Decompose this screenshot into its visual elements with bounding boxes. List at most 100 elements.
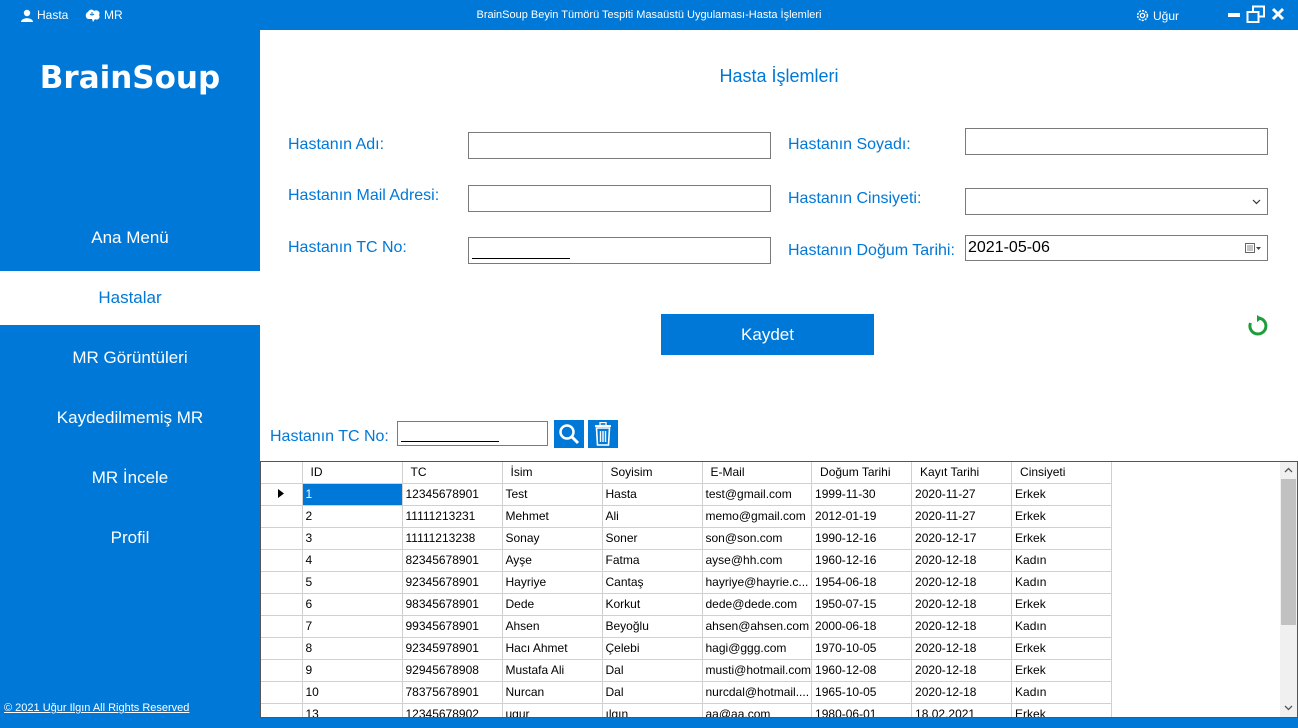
row-header[interactable] bbox=[261, 483, 303, 506]
table-cell[interactable]: Nurcan bbox=[502, 681, 603, 704]
table-row[interactable]: 8 92345978901 Hacı Ahmet Çelebi hagi@ggg.com… bbox=[261, 637, 1113, 660]
table-cell[interactable]: hayriye@hayrie.c... bbox=[702, 571, 813, 594]
table-row[interactable]: 4 82345678901 Ayşe Fatma ayse@hh.com 1960-12-… bbox=[261, 549, 1113, 572]
table-cell[interactable]: 92345978901 bbox=[402, 637, 503, 660]
table-cell[interactable]: 2020-12-18 bbox=[911, 571, 1013, 594]
table-cell[interactable]: 2020-12-18 bbox=[911, 637, 1013, 660]
table-cell[interactable]: 2020-12-18 bbox=[911, 549, 1013, 572]
table-cell[interactable]: 9 bbox=[302, 659, 403, 682]
table-cell[interactable]: 1 bbox=[302, 483, 403, 506]
email-input[interactable] bbox=[468, 185, 771, 212]
column-header-tc[interactable]: TC bbox=[402, 462, 503, 484]
table-cell[interactable]: 3 bbox=[302, 527, 403, 550]
sidebar-item-unsaved-mr[interactable]: Kaydedilmemiş MR bbox=[0, 391, 260, 445]
column-header-id[interactable]: ID bbox=[302, 462, 403, 484]
user-menu[interactable]: Uğur bbox=[1135, 8, 1179, 23]
table-cell[interactable]: Dal bbox=[602, 659, 703, 682]
table-cell[interactable]: Hacı Ahmet bbox=[502, 637, 603, 660]
table-cell[interactable]: Mustafa Ali bbox=[502, 659, 603, 682]
row-header[interactable] bbox=[261, 527, 303, 550]
column-header-name[interactable]: İsim bbox=[502, 462, 603, 484]
table-cell[interactable]: Hayriye bbox=[502, 571, 603, 594]
tc-input[interactable] bbox=[468, 237, 771, 264]
row-header[interactable] bbox=[261, 571, 303, 594]
table-cell[interactable]: 92345678901 bbox=[402, 571, 503, 594]
table-cell[interactable]: son@son.com bbox=[702, 527, 813, 550]
table-cell[interactable]: Erkek bbox=[1011, 505, 1113, 528]
table-cell[interactable]: 2020-12-17 bbox=[911, 527, 1013, 550]
table-cell[interactable]: Erkek bbox=[1011, 703, 1113, 717]
table-cell[interactable]: Erkek bbox=[1011, 637, 1113, 660]
delete-button[interactable] bbox=[588, 420, 618, 448]
table-cell[interactable]: Fatma bbox=[602, 549, 703, 572]
row-header[interactable] bbox=[261, 505, 303, 528]
table-row[interactable]: 6 98345678901 Dede Korkut dede@dede.com 1950-… bbox=[261, 593, 1113, 616]
table-cell[interactable]: Erkek bbox=[1011, 659, 1113, 682]
table-cell[interactable]: 10 bbox=[302, 681, 403, 704]
refresh-button[interactable] bbox=[1243, 311, 1273, 341]
table-cell[interactable]: 99345678901 bbox=[402, 615, 503, 638]
table-cell[interactable]: 92945678908 bbox=[402, 659, 503, 682]
table-cell[interactable]: Kadın bbox=[1011, 549, 1113, 572]
patients-table[interactable]: ID TC İsim Soyisim E-Mail Doğum Tarihi K… bbox=[260, 461, 1298, 718]
table-cell[interactable]: 2020-12-18 bbox=[911, 659, 1013, 682]
column-header-birthdate[interactable]: Doğum Tarihi bbox=[811, 462, 913, 484]
last-name-input[interactable] bbox=[965, 128, 1268, 155]
table-cell[interactable]: Ahsen bbox=[502, 615, 603, 638]
row-header[interactable] bbox=[261, 659, 303, 682]
search-tc-input[interactable] bbox=[397, 421, 548, 446]
table-cell[interactable]: Kadın bbox=[1011, 681, 1113, 704]
copyright-link[interactable]: © 2021 Uğur Ilgın All Rights Reserved bbox=[4, 702, 189, 714]
table-cell[interactable]: Erkek bbox=[1011, 483, 1113, 506]
table-cell[interactable]: musti@hotmail.com bbox=[702, 659, 813, 682]
column-header-email[interactable]: E-Mail bbox=[702, 462, 813, 484]
close-button[interactable] bbox=[1271, 7, 1285, 21]
column-header-surname[interactable]: Soyisim bbox=[602, 462, 703, 484]
table-cell[interactable]: 1950-07-15 bbox=[811, 593, 913, 616]
table-cell[interactable]: 2020-12-18 bbox=[911, 681, 1013, 704]
row-header[interactable] bbox=[261, 593, 303, 616]
table-cell[interactable]: dede@dede.com bbox=[702, 593, 813, 616]
minimize-button[interactable] bbox=[1228, 13, 1240, 17]
sidebar-item-mr-images[interactable]: MR Görüntüleri bbox=[0, 331, 260, 385]
table-cell[interactable]: 1980-06-01 bbox=[811, 703, 913, 717]
row-header[interactable] bbox=[261, 615, 303, 638]
table-cell[interactable]: 1990-12-16 bbox=[811, 527, 913, 550]
table-cell[interactable]: 12345678902 bbox=[402, 703, 503, 717]
table-row[interactable]: 1 12345678901 Test Hasta test@gmail.com 1999-… bbox=[261, 483, 1113, 506]
table-cell[interactable]: ılgın bbox=[602, 703, 703, 717]
table-cell[interactable]: 1965-10-05 bbox=[811, 681, 913, 704]
table-cell[interactable]: aa@aa.com bbox=[702, 703, 813, 717]
row-header[interactable] bbox=[261, 637, 303, 660]
table-cell[interactable]: Test bbox=[502, 483, 603, 506]
table-cell[interactable]: Erkek bbox=[1011, 527, 1113, 550]
table-cell[interactable]: 1954-06-18 bbox=[811, 571, 913, 594]
table-cell[interactable]: 5 bbox=[302, 571, 403, 594]
table-cell[interactable]: 18.02.2021 bbox=[911, 703, 1013, 717]
table-row[interactable]: 2 11111213231 Mehmet Ali memo@gmail.com 2012-… bbox=[261, 505, 1113, 528]
table-cell[interactable]: Soner bbox=[602, 527, 703, 550]
table-cell[interactable]: 78375678901 bbox=[402, 681, 503, 704]
table-cell[interactable]: nurcdal@hotmail.... bbox=[702, 681, 813, 704]
table-cell[interactable]: 7 bbox=[302, 615, 403, 638]
birthdate-picker[interactable]: 2021-05-06 bbox=[965, 235, 1268, 261]
table-row[interactable]: 5 92345678901 Hayriye Cantaş hayriye@hayrie.… bbox=[261, 571, 1113, 594]
table-row[interactable]: 3 11111213238 Sonay Soner son@son.com 1990-12… bbox=[261, 527, 1113, 550]
table-cell[interactable]: ugur bbox=[502, 703, 603, 717]
table-row[interactable]: 9 92945678908 Mustafa Ali Dal musti@hotmail.… bbox=[261, 659, 1113, 682]
sidebar-item-inspect-mr[interactable]: MR İncele bbox=[0, 451, 260, 505]
table-cell[interactable]: Erkek bbox=[1011, 593, 1113, 616]
search-button[interactable] bbox=[554, 420, 584, 448]
table-cell[interactable]: 1999-11-30 bbox=[811, 483, 913, 506]
save-button[interactable]: Kaydet bbox=[661, 314, 874, 355]
table-cell[interactable]: 1970-10-05 bbox=[811, 637, 913, 660]
table-cell[interactable]: Korkut bbox=[602, 593, 703, 616]
row-header[interactable] bbox=[261, 681, 303, 704]
table-cell[interactable]: test@gmail.com bbox=[702, 483, 813, 506]
sidebar-item-patients[interactable]: Hastalar bbox=[0, 271, 260, 325]
table-cell[interactable]: Mehmet bbox=[502, 505, 603, 528]
table-cell[interactable]: hagi@ggg.com bbox=[702, 637, 813, 660]
vertical-scrollbar[interactable] bbox=[1280, 462, 1297, 717]
column-header-registration-date[interactable]: Kayıt Tarihi bbox=[911, 462, 1013, 484]
table-cell[interactable]: 2 bbox=[302, 505, 403, 528]
